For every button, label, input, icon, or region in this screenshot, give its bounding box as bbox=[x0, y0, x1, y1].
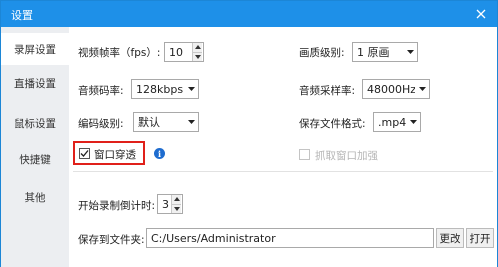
record-settings-panel: 视频帧率（fps）: 10 画质级别: 1 原画 音频码率: 128kbps 音… bbox=[69, 27, 497, 267]
fps-label: 视频帧率（fps）: bbox=[78, 47, 161, 59]
sidebar-item-label: 快捷键 bbox=[19, 153, 51, 166]
encode-level-select[interactable]: 默认 bbox=[133, 112, 199, 132]
countdown-decrement-button[interactable] bbox=[172, 203, 181, 213]
sidebar: 录屏设置 直播设置 鼠标设置 快捷键 其他 bbox=[1, 27, 69, 267]
audio-bitrate-label: 音频码率: bbox=[78, 85, 124, 97]
countdown-stepper[interactable] bbox=[171, 195, 181, 213]
countdown-value: 3 bbox=[162, 197, 169, 211]
fps-decrement-button[interactable] bbox=[193, 51, 202, 61]
info-icon[interactable]: i bbox=[154, 148, 165, 159]
chevron-down-icon bbox=[173, 206, 180, 211]
close-button[interactable] bbox=[471, 4, 491, 24]
chevron-down-icon bbox=[187, 120, 195, 124]
format-label: 保存文件格式: bbox=[299, 118, 366, 130]
dropdown-arrow bbox=[403, 43, 417, 61]
sidebar-item-hotkeys[interactable]: 快捷键 bbox=[1, 143, 69, 175]
checkmark-icon bbox=[80, 150, 89, 157]
sample-rate-select[interactable]: 48000Hz bbox=[362, 79, 430, 99]
format-value: .mp4 bbox=[378, 115, 406, 129]
close-icon bbox=[476, 9, 486, 19]
save-path-input[interactable]: C:/Users/Administrator bbox=[146, 228, 434, 248]
countdown-increment-button[interactable] bbox=[172, 195, 181, 204]
fps-stepper[interactable] bbox=[192, 43, 202, 61]
sample-rate-label: 音频采样率: bbox=[299, 85, 356, 97]
sidebar-item-live[interactable]: 直播设置 bbox=[1, 67, 69, 99]
dropdown-arrow bbox=[415, 80, 429, 98]
sidebar-item-other[interactable]: 其他 bbox=[1, 181, 69, 213]
save-path-value: C:/Users/Administrator bbox=[151, 231, 276, 245]
chevron-up-icon bbox=[194, 45, 201, 50]
open-folder-button[interactable]: 打开 bbox=[466, 228, 494, 248]
window-through-label: 窗口穿透 bbox=[94, 149, 136, 161]
chevron-down-icon bbox=[194, 54, 201, 59]
window-title: 设置 bbox=[11, 9, 33, 22]
open-folder-label: 打开 bbox=[469, 232, 491, 245]
save-path-label: 保存到文件夹: bbox=[78, 234, 145, 246]
chevron-down-icon bbox=[406, 50, 414, 54]
window-through-checkbox[interactable] bbox=[79, 148, 90, 159]
sidebar-item-label: 鼠标设置 bbox=[14, 117, 56, 130]
settings-window: 设置 录屏设置 直播设置 鼠标设置 快捷键 其他 视频帧率（fps）: 10 画… bbox=[0, 0, 498, 267]
change-folder-label: 更改 bbox=[439, 232, 461, 245]
sample-rate-value: 48000Hz bbox=[367, 82, 415, 96]
countdown-label: 开始录制倒计时: bbox=[78, 200, 156, 212]
change-folder-button[interactable]: 更改 bbox=[436, 228, 464, 248]
encode-level-label: 编码级别: bbox=[78, 118, 124, 130]
title-bar: 设置 bbox=[1, 1, 497, 27]
chevron-up-icon bbox=[173, 197, 180, 202]
fps-increment-button[interactable] bbox=[193, 43, 202, 52]
sidebar-item-label: 直播设置 bbox=[14, 77, 56, 90]
quality-select[interactable]: 1 原画 bbox=[352, 42, 418, 62]
quality-value: 1 原画 bbox=[357, 46, 390, 59]
capture-enhance-checkbox[interactable] bbox=[299, 149, 310, 160]
sidebar-item-label: 录屏设置 bbox=[14, 43, 56, 56]
dropdown-arrow bbox=[406, 113, 420, 131]
divider bbox=[73, 171, 493, 172]
quality-label: 画质级别: bbox=[299, 47, 345, 59]
sidebar-item-label: 其他 bbox=[24, 191, 46, 204]
sidebar-item-record[interactable]: 录屏设置 bbox=[1, 33, 69, 65]
chevron-down-icon bbox=[418, 87, 426, 91]
dropdown-arrow bbox=[184, 113, 198, 131]
encode-level-value: 默认 bbox=[138, 116, 160, 129]
audio-bitrate-value: 128kbps bbox=[136, 82, 184, 96]
audio-bitrate-select[interactable]: 128kbps bbox=[131, 79, 199, 99]
fps-value: 10 bbox=[169, 45, 183, 59]
dropdown-arrow bbox=[184, 80, 198, 98]
format-select[interactable]: .mp4 bbox=[373, 112, 421, 132]
chevron-down-icon bbox=[409, 120, 417, 124]
chevron-down-icon bbox=[187, 87, 195, 91]
sidebar-item-mouse[interactable]: 鼠标设置 bbox=[1, 107, 69, 139]
capture-enhance-label: 抓取窗口加强 bbox=[315, 150, 378, 162]
